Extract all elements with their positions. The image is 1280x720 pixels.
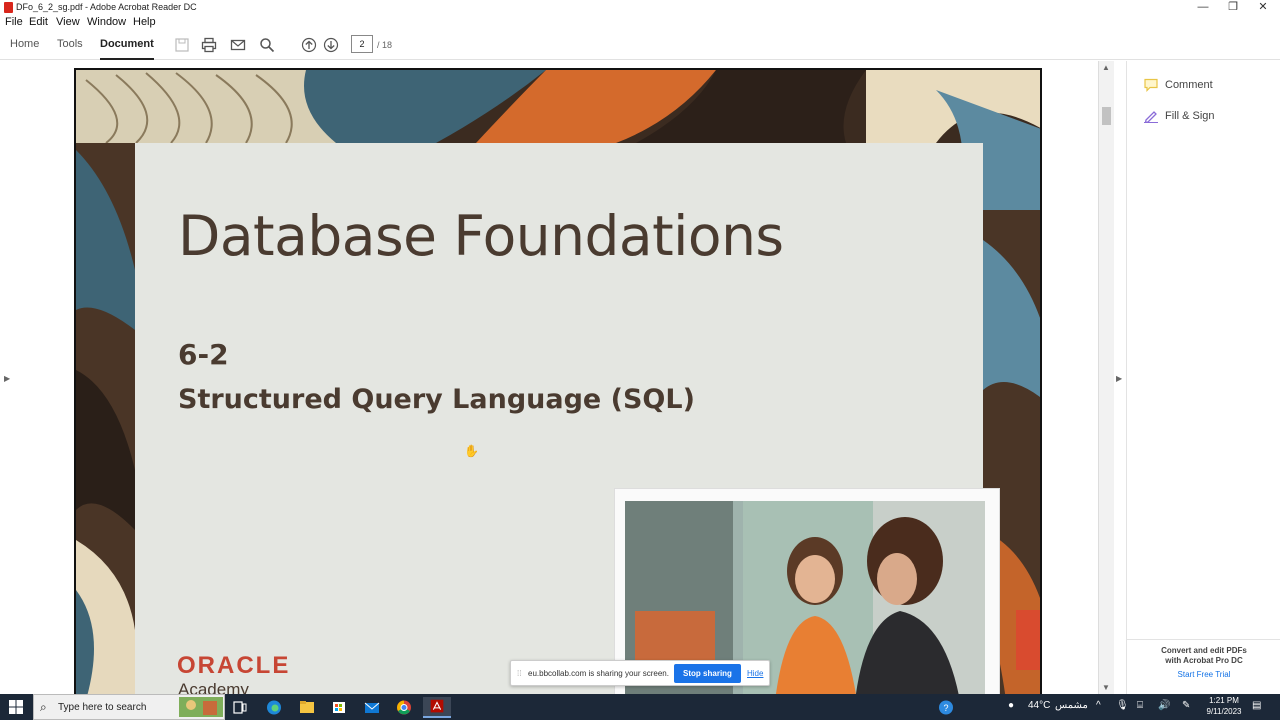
pro-promo: Convert and edit PDFs with Acrobat Pro D… bbox=[1127, 639, 1280, 666]
email-icon[interactable] bbox=[230, 37, 246, 53]
search-icon: ⌕ bbox=[40, 700, 47, 714]
previous-page-icon[interactable] bbox=[301, 37, 317, 53]
tab-home[interactable]: Home bbox=[10, 38, 39, 50]
clock-date: 9/11/2023 bbox=[1206, 707, 1242, 716]
comment-label: Comment bbox=[1165, 78, 1213, 91]
help-icon[interactable]: ? bbox=[932, 697, 960, 718]
menu-edit[interactable]: Edit bbox=[29, 16, 48, 28]
task-view-icon[interactable] bbox=[226, 697, 254, 718]
volume-icon[interactable]: 🔊 bbox=[1158, 700, 1170, 711]
print-icon[interactable] bbox=[201, 37, 217, 53]
mail-icon[interactable] bbox=[358, 697, 386, 718]
pen-icon[interactable]: ✎ bbox=[1182, 700, 1190, 711]
search-placeholder: Type here to search bbox=[58, 702, 147, 713]
tray-overflow-icon[interactable]: ^ bbox=[1096, 700, 1101, 711]
vertical-scrollbar[interactable]: ▲ ▼ bbox=[1098, 61, 1114, 694]
slide-title: Database Foundations bbox=[178, 204, 784, 268]
hide-link[interactable]: Hide bbox=[747, 669, 763, 678]
tab-document[interactable]: Document bbox=[100, 38, 154, 60]
fill-sign-label: Fill & Sign bbox=[1165, 109, 1215, 122]
scroll-thumb[interactable] bbox=[1102, 107, 1111, 125]
fill-sign-icon bbox=[1144, 111, 1158, 123]
lesson-title: Structured Query Language (SQL) bbox=[178, 384, 695, 415]
clock-time: 1:21 PM bbox=[1209, 696, 1239, 705]
pdf-page: Database Foundations 6-2 Structured Quer… bbox=[74, 68, 1042, 698]
minimize-button[interactable]: — bbox=[1188, 0, 1218, 15]
scroll-up-icon[interactable]: ▲ bbox=[1102, 63, 1110, 72]
windows-start-icon[interactable] bbox=[9, 700, 23, 714]
file-explorer-icon[interactable] bbox=[293, 697, 321, 718]
page-total: / 18 bbox=[377, 40, 393, 50]
weather-temp[interactable]: 44°C bbox=[1028, 700, 1050, 711]
window-title: DFo_6_2_sg.pdf - Adobe Acrobat Reader DC bbox=[16, 2, 197, 12]
search-icon[interactable] bbox=[259, 37, 275, 53]
start-free-trial-link[interactable]: Start Free Trial bbox=[1127, 670, 1280, 679]
taskbar-clock[interactable]: 1:21 PM 9/11/2023 bbox=[1200, 695, 1248, 717]
lesson-number: 6-2 bbox=[178, 338, 229, 371]
comment-icon bbox=[1144, 78, 1158, 92]
promo-line-1: Convert and edit PDFs bbox=[1161, 646, 1247, 655]
taskbar-search-box[interactable]: ⌕ Type here to search bbox=[33, 694, 225, 720]
stop-sharing-button[interactable]: Stop sharing bbox=[674, 664, 741, 683]
oracle-logo: ORACLE bbox=[177, 652, 291, 679]
notifications-icon[interactable]: ▤ bbox=[1252, 700, 1261, 711]
comment-tool[interactable]: Comment bbox=[1143, 78, 1213, 92]
svg-text:?: ? bbox=[943, 703, 948, 713]
menu-bar: File Edit View Window Help bbox=[0, 15, 1280, 30]
save-icon[interactable] bbox=[174, 37, 190, 53]
weather-desc: مشمس bbox=[1055, 700, 1088, 711]
weather-icon: ● bbox=[1008, 700, 1015, 711]
collapse-right-pane-icon[interactable]: ▶ bbox=[1116, 374, 1122, 383]
sharing-message: eu.bbcollab.com is sharing your screen. bbox=[528, 669, 669, 678]
promo-line-2: with Acrobat Pro DC bbox=[1165, 656, 1243, 665]
tab-tools[interactable]: Tools bbox=[57, 38, 83, 50]
hand-cursor-icon: ✋ bbox=[464, 444, 479, 458]
next-page-icon[interactable] bbox=[323, 37, 339, 53]
menu-view[interactable]: View bbox=[56, 16, 80, 28]
page-number-input[interactable]: 2 bbox=[351, 35, 373, 53]
search-highlight-image bbox=[179, 697, 223, 717]
chrome-icon[interactable] bbox=[390, 697, 418, 718]
screen-sharing-banner: ⁞⁞ eu.bbcollab.com is sharing your scree… bbox=[510, 660, 770, 686]
fill-sign-tool[interactable]: Fill & Sign bbox=[1143, 109, 1215, 123]
toolbar: Home Tools Document bbox=[0, 30, 1280, 60]
right-tools-pane: Comment Fill & Sign Convert and edit PDF… bbox=[1126, 61, 1280, 694]
edge-browser-icon[interactable] bbox=[260, 697, 288, 718]
scroll-down-icon[interactable]: ▼ bbox=[1102, 683, 1110, 692]
drag-handle-icon[interactable]: ⁞⁞ bbox=[517, 669, 521, 678]
acrobat-reader-icon[interactable] bbox=[423, 697, 451, 718]
title-bar: DFo_6_2_sg.pdf - Adobe Acrobat Reader DC… bbox=[0, 0, 1280, 15]
expand-left-pane-icon[interactable]: ▶ bbox=[4, 374, 10, 383]
pdf-app-icon bbox=[4, 2, 13, 13]
menu-help[interactable]: Help bbox=[133, 16, 156, 28]
microphone-icon[interactable]: 🎙 bbox=[1116, 700, 1129, 711]
windows-taskbar: ⌕ Type here to search ? ● 44°C مشمس ^ 🎙 … bbox=[0, 694, 1280, 720]
store-icon[interactable] bbox=[325, 697, 353, 718]
menu-file[interactable]: File bbox=[5, 16, 23, 28]
close-button[interactable]: ✕ bbox=[1248, 0, 1278, 15]
network-icon[interactable]: ⌸ bbox=[1137, 700, 1143, 711]
menu-window[interactable]: Window bbox=[87, 16, 126, 28]
restore-button[interactable]: ❐ bbox=[1218, 0, 1248, 15]
